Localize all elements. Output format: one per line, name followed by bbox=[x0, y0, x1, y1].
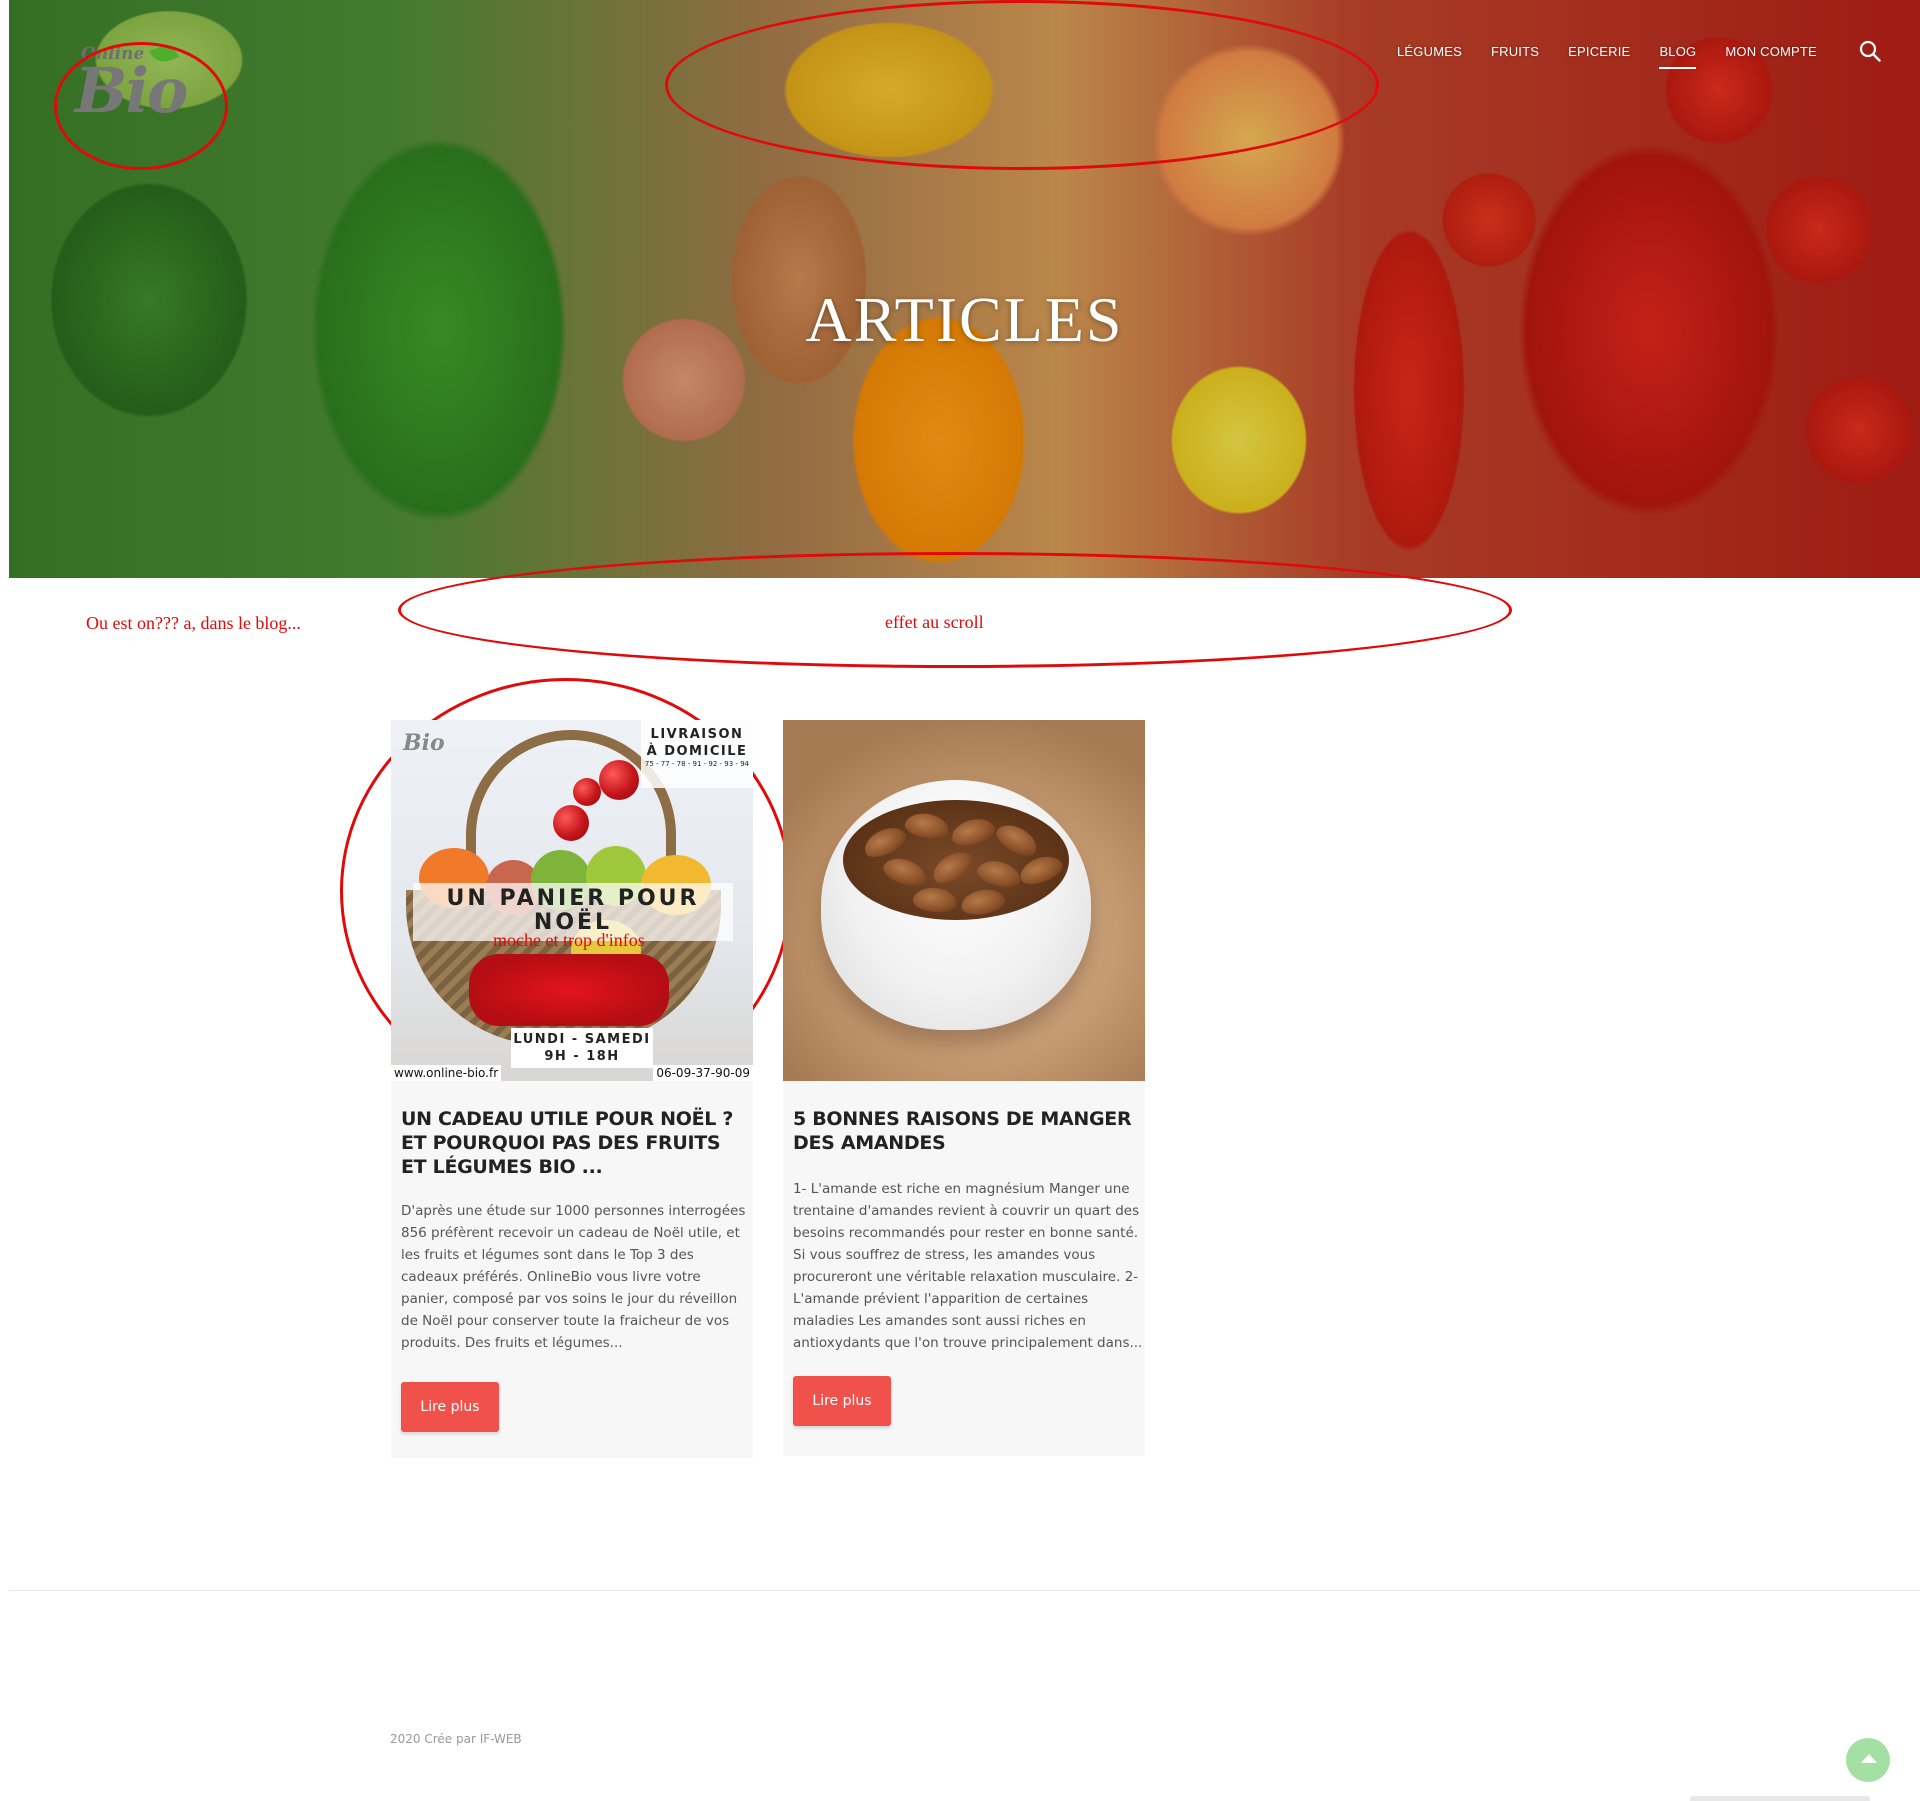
annotation-image-note: moche et trop d'infos bbox=[493, 930, 645, 950]
almond-shape bbox=[912, 886, 958, 914]
article-title[interactable]: UN CADEAU UTILE POUR NOËL ? ET POURQUOI … bbox=[401, 1107, 743, 1179]
annotation-scroll-note: effet au scroll bbox=[885, 612, 984, 632]
image-logo: Bio bbox=[403, 730, 445, 756]
almond-shape bbox=[859, 821, 911, 863]
ribbon-bow bbox=[469, 954, 669, 1026]
nav-item-legumes[interactable]: Légumes bbox=[1397, 44, 1462, 59]
annotation-breadcrumb-note: Ou est on??? a, dans le blog... bbox=[86, 613, 301, 633]
annotation-ellipse-scroll bbox=[398, 552, 1512, 668]
image-url: www.online-bio.fr bbox=[391, 1065, 502, 1081]
almond-shape bbox=[880, 853, 930, 891]
annotation-ellipse-nav bbox=[665, 0, 1379, 170]
footer-copyright: 2020 Crée par IF-WEB bbox=[390, 1732, 522, 1746]
article-card: 5 BONNES RAISONS DE MANGER DES AMANDES 1… bbox=[783, 720, 1145, 1456]
article-card: Bio LIVRAISON À DOMICILE 75 - 77 - 78 - … bbox=[391, 720, 753, 1458]
almond-shape bbox=[991, 818, 1043, 862]
nav-item-mon-compte[interactable]: Mon compte bbox=[1725, 44, 1817, 59]
hours-line-1: LUNDI - SAMEDI bbox=[513, 1032, 651, 1047]
almond-shape bbox=[974, 856, 1024, 892]
bottom-edge-tab bbox=[1690, 1796, 1870, 1801]
almond-shape bbox=[927, 845, 979, 889]
opening-hours: LUNDI - SAMEDI 9H - 18H bbox=[511, 1028, 653, 1068]
arrow-up-icon bbox=[1861, 1754, 1877, 1763]
delivery-badge: LIVRAISON À DOMICILE 75 - 77 - 78 - 91 -… bbox=[641, 720, 753, 788]
article-image[interactable] bbox=[783, 720, 1145, 1081]
main-nav: Légumes Fruits Epicerie Blog Mon compte bbox=[1397, 44, 1846, 69]
scroll-top-button[interactable] bbox=[1846, 1738, 1890, 1782]
almonds-pile bbox=[843, 800, 1069, 920]
image-phone: 06-09-37-90-09 bbox=[653, 1065, 753, 1081]
nav-item-epicerie[interactable]: Epicerie bbox=[1568, 44, 1630, 59]
bowl-shape bbox=[821, 780, 1091, 1030]
read-more-button[interactable]: Lire plus bbox=[793, 1376, 891, 1426]
badge-line-1: LIVRAISON bbox=[650, 727, 744, 742]
article-image[interactable]: Bio LIVRAISON À DOMICILE 75 - 77 - 78 - … bbox=[391, 720, 753, 1081]
hours-line-2: 9H - 18H bbox=[544, 1049, 620, 1064]
ornament-icon bbox=[599, 760, 639, 800]
search-icon[interactable] bbox=[1859, 40, 1881, 62]
article-excerpt: D'après une étude sur 1000 personnes int… bbox=[401, 1203, 746, 1351]
badge-departments: 75 - 77 - 78 - 91 - 92 - 93 - 94 bbox=[644, 760, 750, 768]
page-title: ARTICLES bbox=[805, 284, 1124, 355]
nav-item-blog[interactable]: Blog bbox=[1659, 44, 1697, 69]
footer-divider bbox=[9, 1590, 1920, 1591]
annotation-ellipse-logo bbox=[54, 42, 228, 170]
almond-shape bbox=[959, 886, 1007, 918]
article-excerpt: 1- L'amande est riche en magnésium Mange… bbox=[793, 1181, 1143, 1351]
nav-item-fruits[interactable]: Fruits bbox=[1491, 44, 1539, 59]
ornament-icon bbox=[553, 805, 589, 841]
article-title[interactable]: 5 BONNES RAISONS DE MANGER DES AMANDES bbox=[793, 1107, 1135, 1155]
almond-shape bbox=[948, 814, 998, 850]
almond-shape bbox=[1016, 851, 1066, 889]
ornament-icon bbox=[573, 778, 601, 806]
read-more-button[interactable]: Lire plus bbox=[401, 1382, 499, 1432]
almond-shape bbox=[903, 810, 951, 842]
badge-line-2: À DOMICILE bbox=[646, 744, 748, 759]
